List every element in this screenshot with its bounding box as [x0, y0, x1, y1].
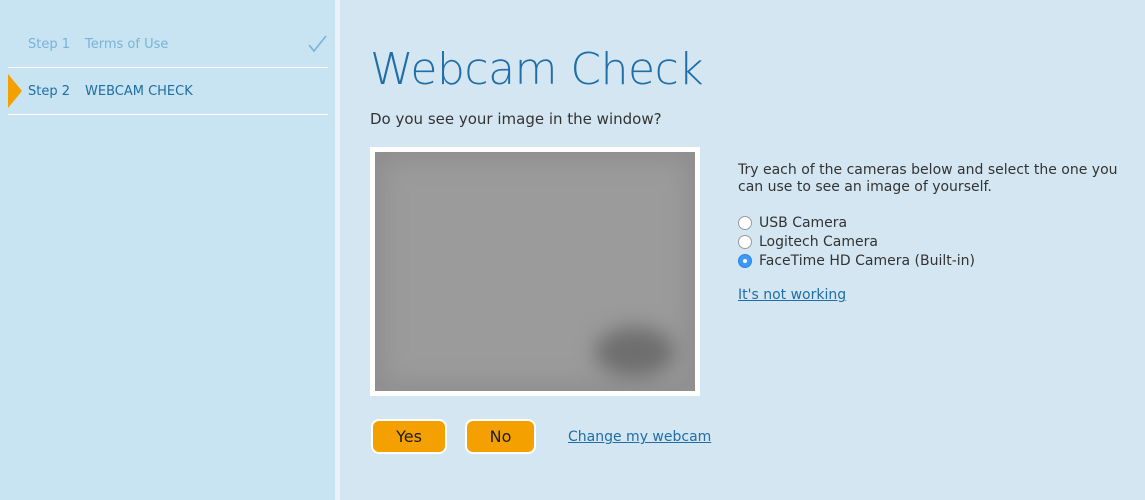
camera-radio-group: USB Camera Logitech Camera FaceTime HD C…	[738, 213, 975, 270]
camera-option-facetime[interactable]: FaceTime HD Camera (Built-in)	[738, 251, 975, 270]
sidebar-step-webcam-check[interactable]: Step 2 WEBCAM CHECK	[8, 69, 328, 115]
step-number: Step 1	[28, 37, 71, 52]
radio-button[interactable]	[738, 234, 752, 249]
step-label: WEBCAM CHECK	[85, 84, 193, 99]
checkmark-icon	[308, 35, 327, 53]
change-webcam-link[interactable]: Change my webcam	[568, 429, 711, 445]
camera-option-label: Logitech Camera	[759, 233, 878, 250]
sidebar-divider	[336, 0, 340, 500]
camera-option-label: FaceTime HD Camera (Built-in)	[759, 252, 976, 269]
radio-button[interactable]	[738, 215, 752, 230]
camera-option-logitech[interactable]: Logitech Camera	[738, 232, 975, 251]
webcam-preview	[375, 152, 695, 391]
webcam-question: Do you see your image in the window?	[370, 110, 662, 128]
camera-option-label: USB Camera	[759, 214, 848, 231]
sidebar-step-terms[interactable]: Step 1 Terms of Use	[8, 22, 328, 68]
not-working-link[interactable]: It's not working	[738, 287, 846, 303]
step-label: Terms of Use	[85, 37, 169, 52]
webcam-preview-frame	[370, 147, 700, 396]
radio-button-selected[interactable]	[738, 253, 752, 268]
camera-option-usb[interactable]: USB Camera	[738, 213, 975, 232]
sidebar: Step 1 Terms of Use Step 2 WEBCAM CHECK	[0, 0, 336, 500]
page-title: Webcam Check	[370, 44, 704, 95]
current-step-arrow-icon	[8, 74, 22, 108]
no-button[interactable]: No	[465, 419, 536, 454]
yes-button[interactable]: Yes	[371, 419, 447, 454]
camera-instructions: Try each of the cameras below and select…	[738, 162, 1118, 195]
step-number: Step 2	[28, 84, 71, 99]
